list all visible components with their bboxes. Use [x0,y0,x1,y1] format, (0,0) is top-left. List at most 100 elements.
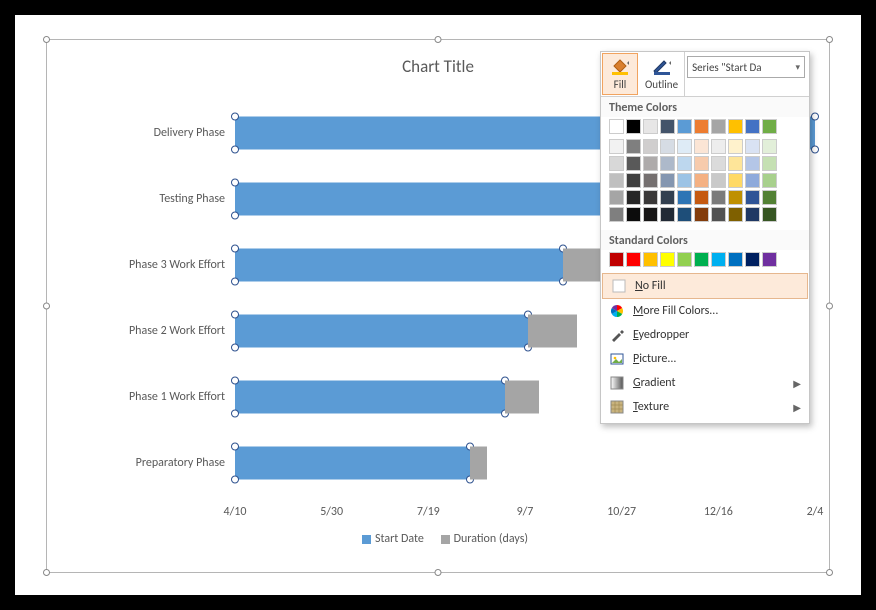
resize-handle[interactable] [826,36,833,43]
color-swatch[interactable] [626,139,641,154]
color-swatch[interactable] [609,139,624,154]
category-label[interactable]: Phase 2 Work Effort [75,324,225,338]
color-swatch[interactable] [677,139,692,154]
color-swatch[interactable] [660,207,675,222]
color-swatch[interactable] [643,156,658,171]
color-swatch[interactable] [677,173,692,188]
color-swatch[interactable] [643,190,658,205]
color-swatch[interactable] [677,207,692,222]
gradient-option[interactable]: Gradient ▶ [601,371,809,395]
color-swatch[interactable] [694,119,709,134]
color-swatch[interactable] [711,139,726,154]
color-swatch[interactable] [762,156,777,171]
color-swatch[interactable] [711,207,726,222]
no-fill-option[interactable]: No Fill [602,273,808,299]
color-swatch[interactable] [745,119,760,134]
outline-button[interactable]: Outline [639,52,685,96]
bar-start-date[interactable] [235,381,505,414]
color-swatch[interactable] [762,207,777,222]
category-label[interactable]: Testing Phase [75,192,225,206]
color-swatch[interactable] [626,252,641,267]
color-swatch[interactable] [711,173,726,188]
series-point-handle[interactable] [231,179,239,187]
color-swatch[interactable] [660,190,675,205]
color-swatch[interactable] [762,252,777,267]
color-swatch[interactable] [626,207,641,222]
color-swatch[interactable] [745,207,760,222]
more-fill-colors-option[interactable]: More Fill Colors... [601,299,809,323]
color-swatch[interactable] [745,156,760,171]
series-point-handle[interactable] [811,113,819,121]
color-swatch[interactable] [745,190,760,205]
bar-start-date[interactable] [235,447,470,480]
color-swatch[interactable] [728,156,743,171]
color-swatch[interactable] [609,119,624,134]
color-swatch[interactable] [694,190,709,205]
fill-button[interactable]: Fill [602,53,638,95]
resize-handle[interactable] [435,569,442,576]
color-swatch[interactable] [694,252,709,267]
resize-handle[interactable] [826,303,833,310]
color-swatch[interactable] [660,156,675,171]
chart-element-selector[interactable]: Series "Start Da ▾ [687,56,805,78]
color-swatch[interactable] [609,190,624,205]
color-swatch[interactable] [643,139,658,154]
category-label[interactable]: Delivery Phase [75,126,225,140]
color-swatch[interactable] [711,252,726,267]
color-swatch[interactable] [609,173,624,188]
series-point-handle[interactable] [231,443,239,451]
color-swatch[interactable] [609,252,624,267]
bar-start-date[interactable] [235,249,563,282]
picture-option[interactable]: Picture... [601,347,809,371]
color-swatch[interactable] [762,139,777,154]
bar-duration[interactable] [470,447,487,480]
resize-handle[interactable] [826,569,833,576]
series-point-handle[interactable] [231,245,239,253]
bar-duration[interactable] [528,315,577,348]
color-swatch[interactable] [660,119,675,134]
series-point-handle[interactable] [231,344,239,352]
series-point-handle[interactable] [231,377,239,385]
color-swatch[interactable] [643,173,658,188]
color-swatch[interactable] [728,139,743,154]
series-point-handle[interactable] [231,278,239,286]
color-swatch[interactable] [694,156,709,171]
eyedropper-option[interactable]: Eyedropper [601,323,809,347]
color-swatch[interactable] [626,119,641,134]
series-point-handle[interactable] [231,311,239,319]
color-swatch[interactable] [643,119,658,134]
bar-duration[interactable] [505,381,540,414]
color-swatch[interactable] [728,252,743,267]
resize-handle[interactable] [43,36,50,43]
series-point-handle[interactable] [231,113,239,121]
series-point-handle[interactable] [231,410,239,418]
color-swatch[interactable] [745,139,760,154]
color-swatch[interactable] [643,252,658,267]
color-swatch[interactable] [643,207,658,222]
color-swatch[interactable] [694,207,709,222]
color-swatch[interactable] [694,139,709,154]
color-swatch[interactable] [711,119,726,134]
color-swatch[interactable] [677,190,692,205]
category-label[interactable]: Preparatory Phase [75,456,225,470]
category-label[interactable]: Phase 1 Work Effort [75,390,225,404]
series-point-handle[interactable] [231,146,239,154]
color-swatch[interactable] [609,156,624,171]
color-swatch[interactable] [728,173,743,188]
bar-start-date[interactable] [235,183,632,216]
color-swatch[interactable] [728,190,743,205]
color-swatch[interactable] [609,207,624,222]
color-swatch[interactable] [626,173,641,188]
category-label[interactable]: Phase 3 Work Effort [75,258,225,272]
color-swatch[interactable] [711,190,726,205]
resize-handle[interactable] [43,303,50,310]
color-swatch[interactable] [728,207,743,222]
color-swatch[interactable] [745,252,760,267]
color-swatch[interactable] [677,119,692,134]
resize-handle[interactable] [43,569,50,576]
series-point-handle[interactable] [231,212,239,220]
color-swatch[interactable] [762,173,777,188]
color-swatch[interactable] [677,156,692,171]
color-swatch[interactable] [745,173,760,188]
texture-option[interactable]: Texture ▶ [601,395,809,419]
